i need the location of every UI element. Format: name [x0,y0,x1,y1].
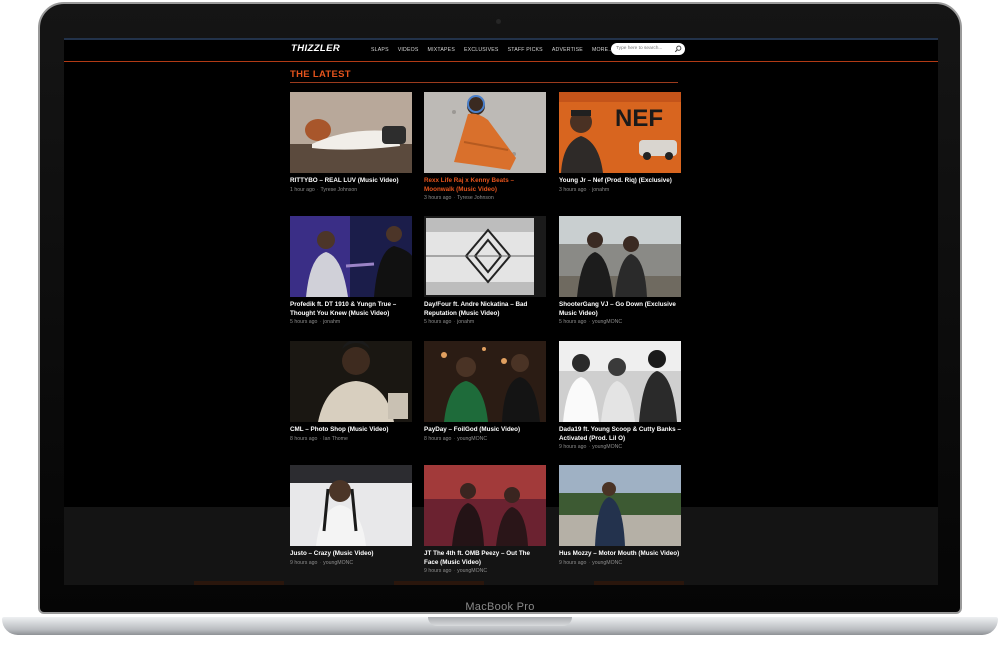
nav-item-staff-picks[interactable]: STAFF PICKS [508,47,543,53]
nav-item-advertise[interactable]: ADVERTISE [552,47,583,53]
video-author[interactable]: jonahm [592,187,609,193]
video-author[interactable]: Tyrese Johnson [457,195,494,201]
device-brand-label: MacBook Pro [465,601,535,613]
video-author[interactable]: youngMONC [592,560,622,566]
video-title[interactable]: ShooterGang VJ – Go Down (Exclusive Musi… [559,301,681,318]
video-meta: 8 hours ago · Ian Thome [290,435,348,442]
video-card[interactable]: Rexx Life Raj x Kenny Beats – Moonwalk (… [424,92,546,201]
video-card[interactable]: Day/Four ft. Andre Nickatina – Bad Reput… [424,216,546,325]
site-logo[interactable]: THIZZLER [291,43,340,54]
video-thumbnail[interactable] [290,465,412,546]
video-author[interactable]: youngMONC [457,436,487,442]
footer-strip [194,581,284,585]
video-time: 9 hours ago [424,568,452,575]
nav-item-videos[interactable]: VIDEOS [398,47,419,53]
video-title[interactable]: Justo – Crazy (Music Video) [290,550,412,559]
video-author[interactable]: jonahm [457,319,474,325]
main-nav: SLAPS VIDEOS MIXTAPES EXCLUSIVES STAFF P… [371,47,612,53]
video-meta: 5 hours ago · jonahm [424,319,475,326]
video-time: 9 hours ago [290,559,318,566]
footer-strip [394,581,484,585]
site-header: THIZZLER SLAPS VIDEOS MIXTAPES EXCLUSIVE… [64,40,938,62]
search-input[interactable]: Type here to search... [611,43,685,55]
video-card[interactable]: Justo – Crazy (Music Video) 9 hours ago ·… [290,465,412,566]
video-author[interactable]: youngMONC [592,319,622,325]
video-title[interactable]: PayDay – FoilGod (Music Video) [424,426,546,435]
nav-item-exclusives[interactable]: EXCLUSIVES [464,47,499,53]
nav-item-slaps[interactable]: SLAPS [371,47,389,53]
video-title[interactable]: Young Jr – Nef (Prod. Riq) (Exclusive) [559,177,681,186]
video-title[interactable]: Rexx Life Raj x Kenny Beats – Moonwalk (… [424,177,546,194]
video-meta: 3 hours ago · jonahm [559,186,610,193]
section-title: THE LATEST [290,69,351,80]
video-thumbnail[interactable] [424,92,546,173]
video-title[interactable]: Day/Four ft. Andre Nickatina – Bad Reput… [424,301,546,318]
video-time: 9 hours ago [559,444,587,451]
video-card[interactable]: JT The 4th ft. OMB Peezy – Out The Face … [424,465,546,574]
video-thumbnail[interactable] [290,341,412,422]
video-meta: 1 hour ago · Tyrese Johnson [290,186,358,193]
video-thumbnail[interactable]: NEF [559,92,681,173]
search-icon[interactable] [674,45,682,53]
video-card[interactable]: NEF Young Jr – Nef (Prod. Riq) (Exclusiv… [559,92,681,193]
video-author[interactable]: youngMONC [457,568,487,574]
video-author[interactable]: youngMONC [592,444,622,450]
video-meta: 5 hours ago · jonahm [290,319,341,326]
video-time: 3 hours ago [559,186,587,193]
video-time: 9 hours ago [559,559,587,566]
video-time: 5 hours ago [290,319,318,326]
video-title[interactable]: Profedik ft. DT 1910 & Yungn True – Thou… [290,301,412,318]
nav-item-mixtapes[interactable]: MIXTAPES [428,47,455,53]
video-card[interactable]: PayDay – FoilGod (Music Video) 8 hours a… [424,341,546,442]
video-author[interactable]: jonahm [323,319,340,325]
video-meta: 9 hours ago · youngMONC [559,559,623,566]
video-card[interactable]: RITTYBO – REAL LUV (Music Video) 1 hour … [290,92,412,193]
thumbnail-caption: NEF [615,105,663,132]
video-card[interactable]: CML – Photo Shop (Music Video) 8 hours a… [290,341,412,442]
video-thumbnail[interactable] [424,465,546,546]
section-divider [290,82,678,83]
video-meta: 9 hours ago · youngMONC [559,444,623,451]
video-thumbnail[interactable] [559,465,681,546]
video-time: 5 hours ago [559,319,587,326]
video-author[interactable]: youngMONC [323,560,353,566]
nav-item-more[interactable]: MORE.. [592,47,612,53]
video-time: 8 hours ago [290,435,318,442]
webcam [496,19,501,24]
video-title[interactable]: RITTYBO – REAL LUV (Music Video) [290,177,412,186]
video-card[interactable]: ShooterGang VJ – Go Down (Exclusive Musi… [559,216,681,325]
video-author[interactable]: Ian Thome [323,436,348,442]
video-thumbnail[interactable] [424,341,546,422]
video-thumbnail[interactable] [559,341,681,422]
video-time: 5 hours ago [424,319,452,326]
video-meta: 9 hours ago · youngMONC [290,559,354,566]
video-thumbnail[interactable] [290,216,412,297]
video-time: 8 hours ago [424,435,452,442]
video-title[interactable]: JT The 4th ft. OMB Peezy – Out The Face … [424,550,546,567]
video-thumbnail[interactable] [424,216,546,297]
search-placeholder: Type here to search... [616,46,663,51]
video-meta: 5 hours ago · youngMONC [559,319,623,326]
laptop-opening-notch [428,617,572,626]
video-thumbnail[interactable] [559,216,681,297]
video-card[interactable]: Profedik ft. DT 1910 & Yungn True – Thou… [290,216,412,325]
video-meta: 3 hours ago · Tyrese Johnson [424,195,494,202]
video-thumbnail[interactable] [290,92,412,173]
video-card[interactable]: Hus Mozzy – Motor Mouth (Music Video) 9 … [559,465,681,566]
video-title[interactable]: Dada19 ft. Young Scoop & Cutty Banks – A… [559,426,681,443]
video-time: 3 hours ago [424,195,452,202]
video-meta: 8 hours ago · youngMONC [424,435,488,442]
video-title[interactable]: Hus Mozzy – Motor Mouth (Music Video) [559,550,681,559]
laptop-screen: THIZZLER SLAPS VIDEOS MIXTAPES EXCLUSIVE… [64,38,938,585]
video-card[interactable]: Dada19 ft. Young Scoop & Cutty Banks – A… [559,341,681,450]
video-author[interactable]: Tyrese Johnson [321,187,358,193]
footer-strip [594,581,684,585]
video-time: 1 hour ago [290,186,315,193]
video-meta: 9 hours ago · youngMONC [424,568,488,575]
video-title[interactable]: CML – Photo Shop (Music Video) [290,426,412,435]
